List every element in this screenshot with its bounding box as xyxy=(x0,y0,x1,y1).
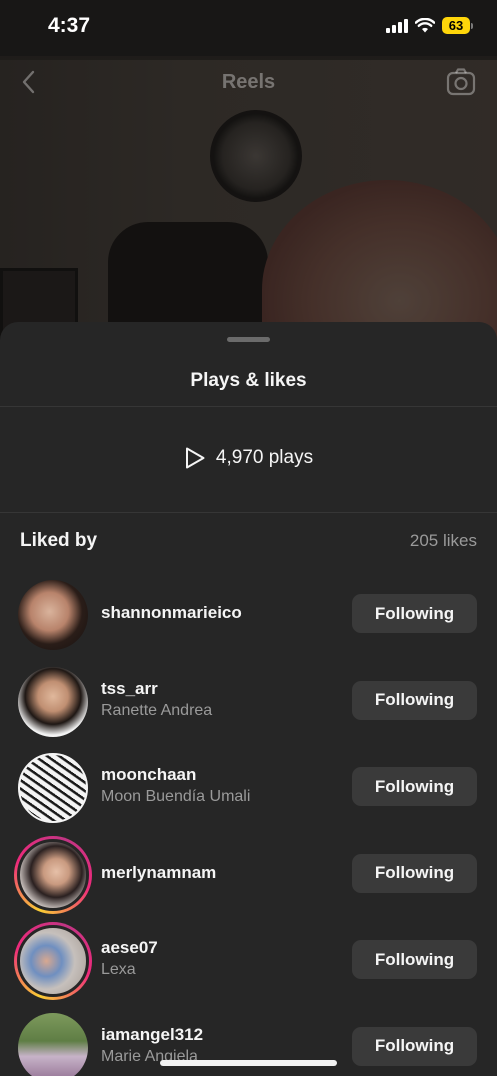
following-button[interactable]: Following xyxy=(352,767,477,806)
sheet-title: Plays & likes xyxy=(190,370,307,391)
liked-by-label: Liked by xyxy=(20,530,98,551)
home-indicator[interactable] xyxy=(160,1060,337,1066)
battery-icon: 63 xyxy=(442,17,473,34)
username[interactable]: shannonmarieico xyxy=(101,602,242,624)
status-bar: 4:37 63 xyxy=(0,0,497,56)
avatar[interactable] xyxy=(18,753,88,823)
following-button[interactable]: Following xyxy=(352,853,477,893)
list-item[interactable]: shannonmarieico Following xyxy=(0,570,497,657)
plays-row: 4,970 plays xyxy=(0,446,497,470)
list-item[interactable]: moonchaan Moon Buendía Umali Following xyxy=(0,743,497,830)
avatar[interactable] xyxy=(18,666,88,737)
full-name: Moon Buendía Umali xyxy=(101,788,251,805)
following-button[interactable]: Following xyxy=(352,1026,477,1066)
reels-title: Reels xyxy=(221,71,276,93)
plays-likes-sheet: Plays & likes 4,970 plays Liked by 205 l… xyxy=(0,322,497,1076)
username[interactable]: iamangel312 xyxy=(101,1024,203,1046)
list-item[interactable]: aese07 Lexa Following xyxy=(0,916,497,1003)
signal-icon xyxy=(386,18,408,33)
username[interactable]: aese07 xyxy=(101,937,158,959)
list-item[interactable]: tss_arr Ranette Andrea Following xyxy=(0,657,497,744)
status-icons: 63 xyxy=(386,17,473,34)
username[interactable]: tss_arr xyxy=(101,678,212,700)
likes-count: 205 likes xyxy=(409,531,477,550)
camera-icon[interactable] xyxy=(445,66,477,98)
following-button[interactable]: Following xyxy=(352,594,477,633)
wifi-icon xyxy=(415,18,435,33)
plays-count: 4,970 plays xyxy=(215,447,314,468)
username[interactable]: moonchaan xyxy=(101,764,250,786)
username[interactable]: merlynamnam xyxy=(101,862,216,884)
reels-header: Reels xyxy=(0,56,497,108)
full-name: Lexa xyxy=(101,961,136,978)
screen: 4:37 63 Reels Plays & likes 4,970 plays … xyxy=(0,0,497,1076)
list-item[interactable]: merlynamnam Following xyxy=(0,830,497,917)
liked-by-header: Liked by 205 likes xyxy=(20,530,477,552)
liked-by-list: shannonmarieico Following tss_arr Ranett… xyxy=(0,570,497,1076)
following-button[interactable]: Following xyxy=(352,680,477,720)
divider xyxy=(0,512,497,513)
following-button[interactable]: Following xyxy=(352,940,477,979)
avatar[interactable] xyxy=(18,580,88,650)
avatar[interactable] xyxy=(18,1012,88,1076)
avatar-story-ring[interactable] xyxy=(14,922,92,1000)
avatar-story-ring[interactable] xyxy=(14,835,92,914)
battery-level: 63 xyxy=(442,17,470,34)
sheet-grabber[interactable] xyxy=(227,337,270,342)
play-icon xyxy=(185,447,205,469)
status-time: 4:37 xyxy=(48,14,91,37)
full-name: Ranette Andrea xyxy=(101,701,213,719)
divider xyxy=(0,406,497,407)
